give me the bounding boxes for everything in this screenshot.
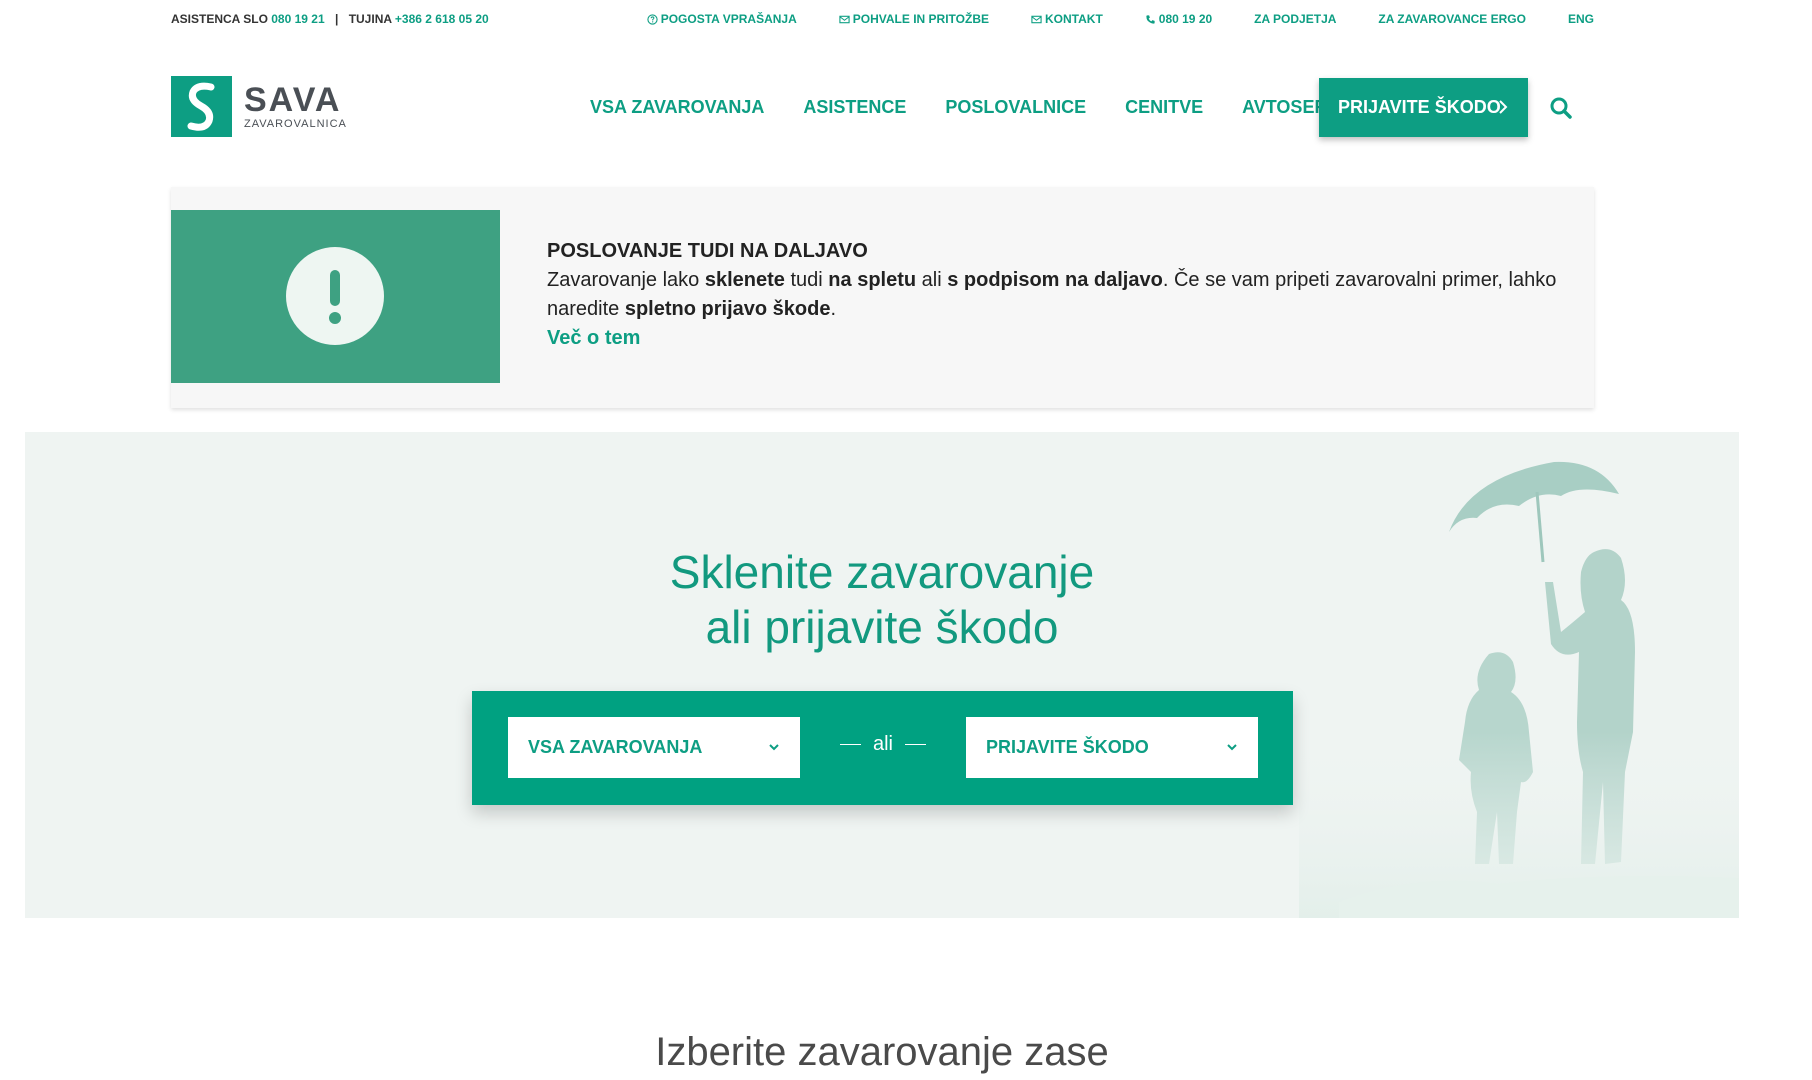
notice-text-bold: spletno prijavo škode [624, 298, 831, 320]
assist-label: ASISTENCA SLO [171, 12, 268, 26]
notice-body: POSLOVANJE TUDI NA DALJAVO Zavarovanje l… [547, 237, 1577, 353]
umbrella-children-illustration [1299, 461, 1739, 918]
claim-type-select[interactable]: PRIJAVITE ŠKODO [966, 717, 1258, 778]
logo-subtitle: ZAVAROVALNICA [244, 118, 347, 130]
phone-icon [1146, 14, 1155, 24]
report-claim-label: PRIJAVITE ŠKODO [1338, 97, 1501, 117]
chevron-down-icon [1227, 744, 1237, 751]
section-title: Izberite zavarovanje zase [655, 1030, 1109, 1074]
contact-label: KONTAKT [1045, 12, 1103, 26]
utility-links: POGOSTA VPRAŠANJA POHVALE IN PRITOŽBE KO… [647, 12, 1594, 26]
language-link[interactable]: ENG [1568, 12, 1594, 26]
hero-title-line2: ali prijavite škodo [705, 601, 1059, 653]
contact-link[interactable]: KONTAKT [1031, 12, 1103, 26]
notice-text-bold: s podpisom na daljavo [947, 269, 1163, 291]
claim-type-value: PRIJAVITE ŠKODO [986, 737, 1149, 757]
logo-title: SAVA [244, 81, 342, 119]
envelope-icon [839, 15, 850, 23]
nav-item-all-insurance[interactable]: VSA ZAVAROVANJA [590, 97, 764, 118]
notice-text: Zavarovanje lako sklenete tudi na spletu… [547, 266, 1577, 324]
insurance-type-select[interactable]: VSA ZAVAROVANJA [508, 717, 800, 778]
abroad-label: TUJINA [348, 12, 392, 26]
notice-text-part: Zavarovanje lako [547, 269, 705, 291]
feedback-label: POHVALE IN PRITOŽBE [852, 12, 989, 26]
notice-text-part: ali [916, 269, 948, 291]
feedback-link[interactable]: POHVALE IN PRITOŽBE [839, 12, 989, 26]
notice-text-part: tudi [784, 269, 829, 291]
business-link[interactable]: ZA PODJETJA [1254, 12, 1336, 26]
assistance-info: ASISTENCA SLO 080 19 21 | TUJINA +386 2 … [171, 12, 489, 26]
envelope-icon [1031, 15, 1042, 23]
separator: | [334, 12, 339, 26]
notice-title: POSLOVANJE TUDI NA DALJAVO [547, 240, 868, 262]
assist-number-link[interactable]: 080 19 21 [271, 12, 324, 26]
hero-title: Sklenite zavarovanje ali prijavite škodo [25, 545, 1739, 655]
notice-more-link[interactable]: Več o tem [547, 324, 1577, 353]
logo-mark-icon [171, 76, 232, 137]
insurance-type-value: VSA ZAVAROVANJA [528, 737, 703, 757]
hero-selector-panel: VSA ZAVAROVANJA ali PRIJAVITE ŠKODO [472, 691, 1293, 805]
notice-text-bold: na spletu [828, 269, 917, 291]
divider-line [905, 744, 926, 745]
faq-link[interactable]: POGOSTA VPRAŠANJA [647, 12, 797, 26]
notice-icon-box [171, 210, 500, 383]
chevron-down-icon [769, 744, 779, 751]
phone-label: 080 19 20 [1158, 12, 1213, 26]
phone-link[interactable]: 080 19 20 [1145, 12, 1212, 26]
search-icon[interactable] [1549, 96, 1573, 120]
chevron-right-icon [1499, 100, 1508, 114]
remote-business-notice: POSLOVANJE TUDI NA DALJAVO Zavarovanje l… [171, 187, 1594, 408]
hero-title-line1: Sklenite zavarovanje [669, 546, 1095, 598]
hero-section: Sklenite zavarovanje ali prijavite škodo… [25, 432, 1739, 918]
exclamation-icon [286, 247, 384, 345]
divider-line [840, 744, 861, 745]
nav-item-appraisals[interactable]: CENITVE [1125, 97, 1203, 118]
logo[interactable]: SAVA ZAVAROVALNICA [171, 76, 347, 137]
or-label: ali [872, 733, 893, 755]
faq-label: POGOSTA VPRAŠANJA [660, 12, 797, 26]
or-divider: ali [828, 733, 938, 756]
ergo-link[interactable]: ZA ZAVAROVANCE ERGO [1378, 12, 1526, 26]
logo-text: SAVA ZAVAROVALNICA [244, 83, 347, 130]
abroad-number-link[interactable]: +386 2 618 05 20 [395, 12, 489, 26]
notice-text-part: . [830, 298, 837, 320]
main-nav: VSA ZAVAROVANJA ASISTENCE POSLOVALNICE C… [590, 76, 1400, 138]
top-bar: ASISTENCA SLO 080 19 21 | TUJINA +386 2 … [0, 0, 1812, 38]
main-header: SAVA ZAVAROVALNICA VSA ZAVAROVANJA ASIST… [0, 76, 1812, 138]
report-claim-button[interactable]: PRIJAVITE ŠKODO [1319, 78, 1528, 137]
nav-item-branches[interactable]: POSLOVALNICE [945, 97, 1086, 118]
nav-item-assistance[interactable]: ASISTENCE [803, 97, 906, 118]
question-circle-icon [647, 13, 658, 25]
notice-text-bold: sklenete [704, 269, 785, 291]
